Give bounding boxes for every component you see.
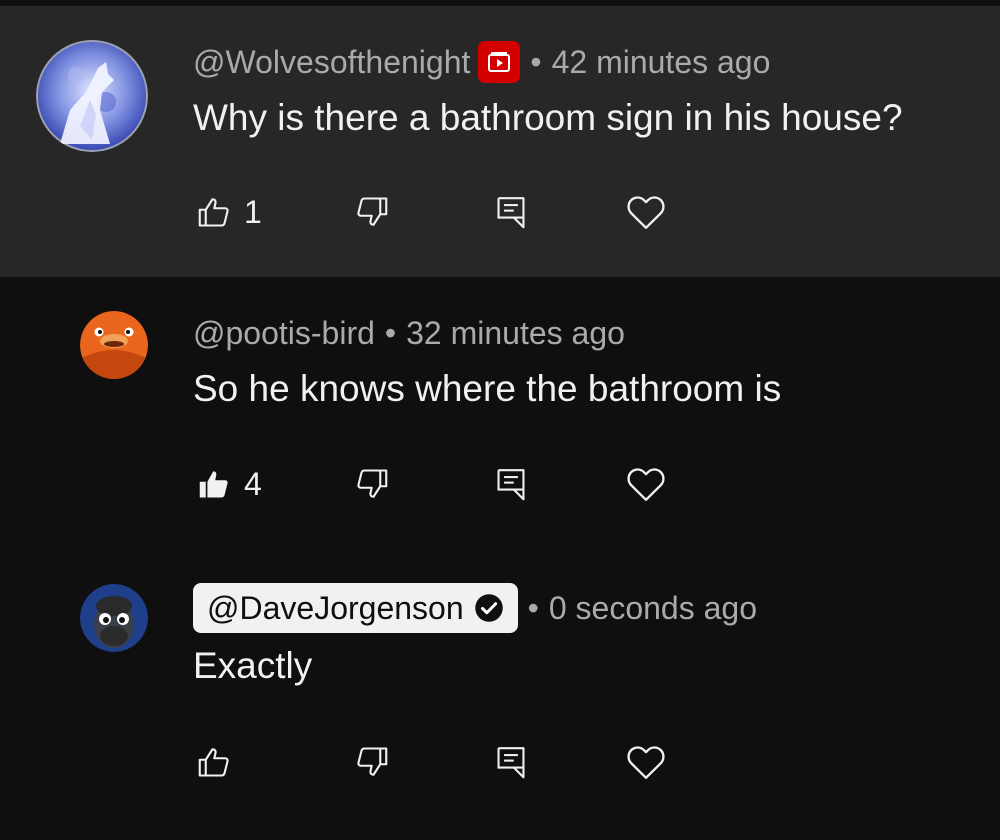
comment-author[interactable]: @Wolvesofthenight bbox=[193, 44, 470, 81]
comment-author[interactable]: @pootis-bird bbox=[193, 315, 375, 352]
reply-comment-icon bbox=[497, 197, 525, 229]
comment-timestamp[interactable]: 42 minutes ago bbox=[552, 44, 771, 81]
comment-meta: @pootis-bird • 32 minutes ago bbox=[193, 308, 625, 358]
wolf-avatar-icon bbox=[36, 40, 148, 152]
meta-separator: • bbox=[530, 43, 542, 80]
reply-button[interactable] bbox=[494, 192, 528, 232]
thumb-up-filled-icon bbox=[199, 471, 228, 498]
heart-button[interactable] bbox=[626, 192, 666, 232]
creator-avatar-icon bbox=[80, 584, 148, 652]
dislike-button[interactable] bbox=[354, 464, 390, 504]
thumb-down-outline-icon bbox=[357, 469, 388, 498]
meta-separator: • bbox=[527, 589, 539, 626]
comment-meta: @Wolvesofthenight • 42 minutes ago bbox=[193, 37, 770, 87]
heart-button[interactable] bbox=[626, 742, 666, 782]
dislike-button[interactable] bbox=[354, 192, 390, 232]
like-button[interactable]: 1 bbox=[196, 192, 262, 232]
comment-timestamp[interactable]: 32 minutes ago bbox=[406, 315, 625, 352]
comment-meta: @DaveJorgenson • 0 seconds ago bbox=[193, 583, 757, 633]
comment-timestamp[interactable]: 0 seconds ago bbox=[549, 590, 757, 627]
thumb-down-outline-icon bbox=[357, 747, 388, 776]
thumb-up-outline-icon bbox=[198, 748, 229, 777]
bird-avatar-icon bbox=[80, 311, 148, 379]
heart-button[interactable] bbox=[626, 464, 666, 504]
reply-button[interactable] bbox=[494, 742, 528, 782]
thumb-up-outline-icon bbox=[198, 198, 229, 227]
avatar[interactable] bbox=[80, 311, 148, 379]
thumb-down-outline-icon bbox=[357, 197, 388, 226]
avatar[interactable] bbox=[36, 40, 148, 152]
avatar[interactable] bbox=[80, 584, 148, 652]
heart-outline-icon bbox=[627, 746, 665, 779]
like-count: 4 bbox=[244, 465, 262, 502]
heart-outline-icon bbox=[627, 468, 665, 502]
comment-thread: @Wolvesofthenight • 42 minutes ago Why i… bbox=[0, 0, 1000, 840]
verified-check-icon bbox=[474, 593, 504, 623]
comment-text: Why is there a bathroom sign in his hous… bbox=[193, 97, 903, 138]
reply-comment-icon bbox=[497, 747, 525, 779]
creator-author-chip[interactable]: @DaveJorgenson bbox=[193, 583, 518, 633]
reply-comment-icon bbox=[497, 469, 525, 501]
comment-text: Exactly bbox=[193, 645, 313, 686]
comment-text: So he knows where the bathroom is bbox=[193, 368, 782, 409]
heart-outline-icon bbox=[627, 196, 665, 229]
like-button[interactable]: 4 bbox=[196, 464, 262, 504]
like-count: 1 bbox=[244, 193, 262, 230]
like-button[interactable] bbox=[196, 742, 244, 782]
member-badge-icon bbox=[478, 41, 521, 83]
dislike-button[interactable] bbox=[354, 742, 390, 782]
reply-button[interactable] bbox=[494, 464, 528, 504]
comment-author: @DaveJorgenson bbox=[207, 589, 464, 626]
meta-separator: • bbox=[384, 314, 397, 351]
